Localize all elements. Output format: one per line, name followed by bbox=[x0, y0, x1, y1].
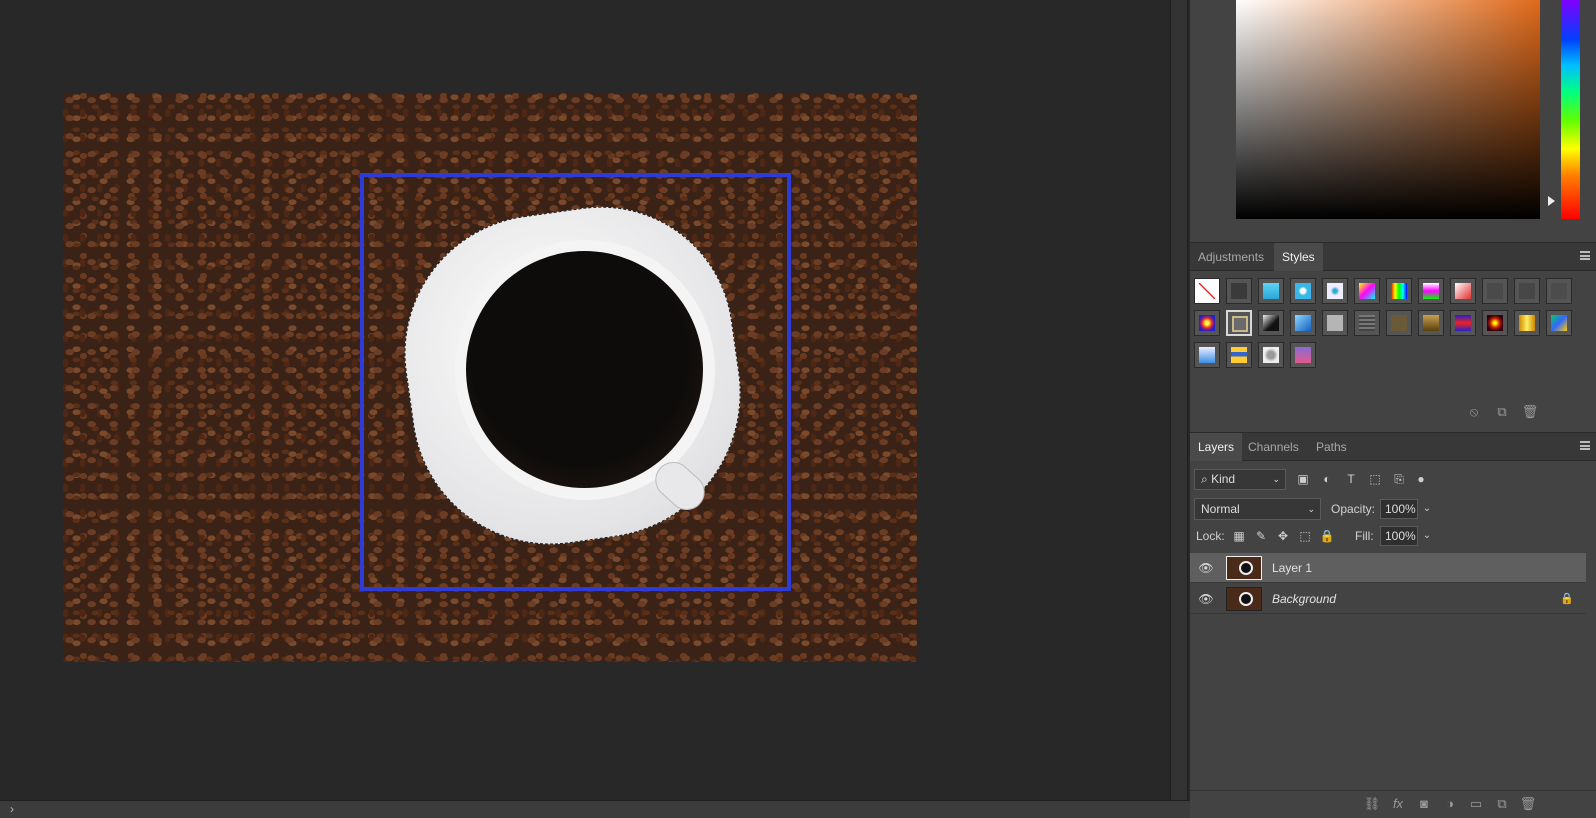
lock-all-icon[interactable]: 🔒 bbox=[1318, 527, 1336, 545]
layer-row-background[interactable]: 👁 Background 🔒 bbox=[1190, 584, 1586, 614]
layer-thumbnail[interactable] bbox=[1226, 556, 1262, 580]
layers-footer: ⛓ fx ◙ ◑ ▭ ⧉ 🗑 bbox=[1190, 790, 1596, 818]
lock-artboard-icon[interactable]: ⬚ bbox=[1296, 527, 1314, 545]
type-filter-icon[interactable]: T bbox=[1342, 470, 1360, 488]
tab-paths[interactable]: Paths bbox=[1308, 433, 1355, 461]
delete-layer-icon[interactable]: 🗑 bbox=[1519, 795, 1537, 813]
new-group-icon[interactable]: ▭ bbox=[1467, 795, 1485, 813]
tab-channels[interactable]: Channels bbox=[1240, 433, 1307, 461]
style-swatch[interactable] bbox=[1226, 342, 1252, 368]
eye-icon[interactable]: 👁 bbox=[1198, 592, 1214, 606]
style-swatch[interactable] bbox=[1450, 310, 1476, 336]
eye-icon[interactable]: 👁 bbox=[1198, 561, 1214, 575]
lock-fill-row: Lock: ▦ ✎ ✥ ⬚ 🔒 Fill: 100% ⌄ bbox=[1190, 525, 1596, 551]
layers-panel-tabs: Layers Channels Paths bbox=[1190, 432, 1596, 461]
tab-styles[interactable]: Styles bbox=[1274, 243, 1323, 271]
lock-image-pixels-icon[interactable]: ✎ bbox=[1252, 527, 1270, 545]
link-layers-icon[interactable]: ⛓ bbox=[1363, 795, 1381, 813]
opacity-input[interactable]: 100% bbox=[1380, 499, 1418, 519]
fill-label: Fill: bbox=[1355, 529, 1374, 543]
styles-panel-menu-icon[interactable] bbox=[1580, 251, 1590, 261]
blend-opacity-row: Normal ⌄ Opacity: 100% ⌄ bbox=[1190, 496, 1596, 522]
blend-mode-value: Normal bbox=[1201, 502, 1240, 516]
opacity-chevron-icon[interactable]: ⌄ bbox=[1420, 499, 1434, 519]
fill-chevron-icon[interactable]: ⌄ bbox=[1420, 526, 1434, 546]
layer-name[interactable]: Background bbox=[1272, 584, 1336, 614]
color-saturation-field[interactable] bbox=[1236, 0, 1540, 219]
style-swatch[interactable] bbox=[1258, 310, 1284, 336]
style-swatch-selected[interactable] bbox=[1226, 310, 1252, 336]
adjustment-filter-icon[interactable]: ◐ bbox=[1318, 470, 1336, 488]
layers-panel-menu-icon[interactable] bbox=[1580, 441, 1590, 451]
style-swatch[interactable] bbox=[1354, 310, 1380, 336]
blend-mode-select[interactable]: Normal ⌄ bbox=[1194, 498, 1321, 520]
style-swatch[interactable] bbox=[1546, 310, 1572, 336]
style-swatch[interactable] bbox=[1290, 278, 1316, 304]
lock-label: Lock: bbox=[1196, 529, 1225, 543]
lock-transparent-pixels-icon[interactable]: ▦ bbox=[1230, 527, 1248, 545]
layer-name[interactable]: Layer 1 bbox=[1272, 553, 1312, 583]
chevron-down-icon: ⌄ bbox=[1307, 504, 1315, 514]
filter-kind-label: Kind bbox=[1211, 472, 1236, 486]
style-swatch[interactable] bbox=[1482, 278, 1508, 304]
right-panel: Adjustments Styles ⦸ ⧉ 🗑 Layers Channels… bbox=[1190, 0, 1596, 818]
style-swatch[interactable] bbox=[1418, 278, 1444, 304]
image-filter-icon[interactable]: ▣ bbox=[1294, 470, 1312, 488]
style-swatch[interactable] bbox=[1354, 278, 1380, 304]
style-swatch[interactable] bbox=[1194, 342, 1220, 368]
add-mask-icon[interactable]: ◙ bbox=[1415, 795, 1433, 813]
selection-rectangle bbox=[360, 173, 791, 591]
filter-kind-select[interactable]: ⌕ Kind ⌄ bbox=[1194, 469, 1286, 490]
opacity-label: Opacity: bbox=[1331, 502, 1376, 516]
layer-row-layer-1[interactable]: 👁 Layer 1 bbox=[1190, 553, 1586, 583]
style-swatch[interactable] bbox=[1290, 310, 1316, 336]
lock-position-icon[interactable]: ✥ bbox=[1274, 527, 1292, 545]
clear-style-icon[interactable]: ⦸ bbox=[1465, 403, 1483, 421]
photoshop-window: › Adjustments Styles ⦸ ⧉ 🗑 Layers Channe… bbox=[0, 0, 1596, 818]
style-swatch[interactable] bbox=[1386, 310, 1412, 336]
tab-adjustments[interactable]: Adjustments bbox=[1190, 243, 1272, 271]
style-swatch[interactable] bbox=[1290, 342, 1316, 368]
lock-icon: 🔒 bbox=[1560, 593, 1574, 605]
style-swatch[interactable] bbox=[1258, 342, 1284, 368]
canvas-workspace[interactable] bbox=[0, 0, 1150, 800]
color-panel bbox=[1190, 0, 1596, 236]
layer-filter-bar: ⌕ Kind ⌄ ▣ ◐ T ⬚ ⎘ ● bbox=[1190, 465, 1596, 493]
smart-object-filter-icon[interactable]: ⎘ bbox=[1390, 470, 1408, 488]
panel-collapse-strip[interactable] bbox=[1170, 0, 1188, 800]
fx-icon[interactable]: fx bbox=[1389, 795, 1407, 813]
chevron-down-icon: ⌄ bbox=[1272, 474, 1280, 484]
styles-footer: ⦸ ⧉ 🗑 bbox=[1190, 403, 1596, 427]
fill-input[interactable]: 100% bbox=[1380, 526, 1418, 546]
hue-marker-icon[interactable] bbox=[1548, 196, 1555, 206]
style-swatch[interactable] bbox=[1418, 310, 1444, 336]
style-swatch[interactable] bbox=[1194, 310, 1220, 336]
style-swatch[interactable] bbox=[1546, 278, 1572, 304]
style-swatch[interactable] bbox=[1258, 278, 1284, 304]
shape-filter-icon[interactable]: ⬚ bbox=[1366, 470, 1384, 488]
search-icon: ⌕ bbox=[1201, 472, 1212, 486]
style-swatch[interactable] bbox=[1482, 310, 1508, 336]
style-swatch[interactable] bbox=[1514, 310, 1540, 336]
tab-layers[interactable]: Layers bbox=[1190, 433, 1243, 461]
filter-toggle-icon[interactable]: ● bbox=[1412, 470, 1430, 488]
hue-slider[interactable] bbox=[1561, 0, 1580, 219]
styles-panel-tabs: Adjustments Styles bbox=[1190, 242, 1596, 271]
new-layer-icon[interactable]: ⧉ bbox=[1493, 795, 1511, 813]
expand-arrow-icon[interactable]: › bbox=[10, 802, 14, 816]
style-swatch[interactable] bbox=[1322, 310, 1348, 336]
style-swatch-none[interactable] bbox=[1194, 278, 1220, 304]
layer-thumbnail[interactable] bbox=[1226, 587, 1262, 611]
style-swatch[interactable] bbox=[1386, 278, 1412, 304]
adjustment-layer-icon[interactable]: ◑ bbox=[1441, 795, 1459, 813]
style-swatch[interactable] bbox=[1226, 278, 1252, 304]
new-style-icon[interactable]: ⧉ bbox=[1493, 403, 1511, 421]
style-swatch[interactable] bbox=[1322, 278, 1348, 304]
delete-style-icon[interactable]: 🗑 bbox=[1521, 403, 1539, 421]
style-swatch[interactable] bbox=[1450, 278, 1476, 304]
style-swatch[interactable] bbox=[1514, 278, 1540, 304]
